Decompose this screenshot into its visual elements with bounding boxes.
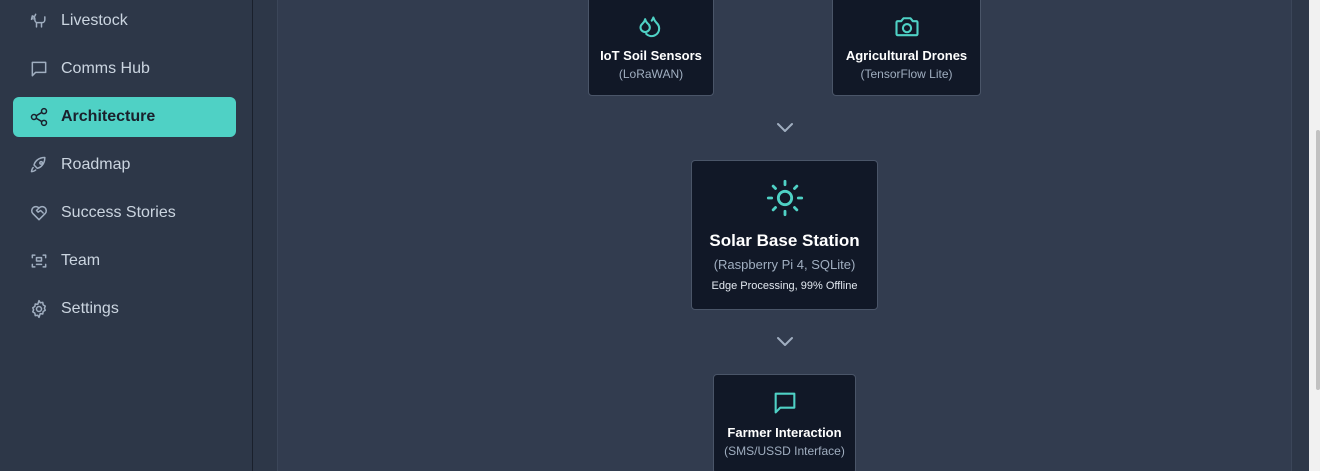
- chevron-down-icon: [773, 334, 797, 350]
- card-title: Agricultural Drones: [845, 48, 968, 63]
- gear-icon: [29, 299, 49, 319]
- sun-icon: [766, 179, 803, 217]
- sidebar-item-comms-hub[interactable]: Comms Hub: [13, 49, 236, 89]
- livestock-icon: [29, 11, 49, 31]
- card-title: Farmer Interaction: [727, 425, 842, 440]
- sidebar-item-label: Livestock: [61, 12, 128, 29]
- camera-icon: [894, 17, 919, 37]
- team-scan-icon: [29, 251, 49, 271]
- card-subtitle: (Raspberry Pi 4, SQLite): [713, 257, 856, 272]
- card-title: Solar Base Station: [709, 231, 860, 250]
- drones-card: Agricultural Drones (TensorFlow Lite): [832, 0, 981, 96]
- card-subtitle: (TensorFlow Lite): [860, 67, 953, 81]
- sidebar-item-label: Success Stories: [61, 204, 176, 221]
- droplets-icon: [639, 16, 661, 38]
- sidebar: Livestock Comms Hub Architecture Roadmap…: [0, 0, 253, 471]
- sidebar-item-settings[interactable]: Settings: [13, 289, 236, 329]
- sidebar-item-label: Team: [61, 252, 101, 269]
- card-subtitle: (LoRaWAN): [618, 67, 684, 81]
- sidebar-item-label: Comms Hub: [61, 60, 150, 77]
- card-subtitle: (SMS/USSD Interface): [724, 444, 845, 458]
- sidebar-item-label: Settings: [61, 300, 119, 317]
- farmer-interaction-card: Farmer Interaction (SMS/USSD Interface): [713, 374, 856, 471]
- heart-handshake-icon: [29, 203, 49, 223]
- iot-sensors-card: IoT Soil Sensors (LoRaWAN): [588, 0, 714, 96]
- sidebar-item-architecture[interactable]: Architecture: [13, 97, 236, 137]
- sidebar-item-label: Roadmap: [61, 156, 131, 173]
- chevron-down-icon: [773, 120, 797, 136]
- app-root: Livestock Comms Hub Architecture Roadmap…: [0, 0, 1320, 471]
- share-icon: [29, 107, 49, 127]
- scrollbar-thumb[interactable]: [1316, 130, 1320, 390]
- card-title: IoT Soil Sensors: [600, 48, 702, 63]
- rocket-icon: [29, 155, 49, 175]
- message-icon: [29, 59, 49, 79]
- sidebar-item-success-stories[interactable]: Success Stories: [13, 193, 236, 233]
- card-note: Edge Processing, 99% Offline: [711, 280, 858, 292]
- base-station-card: Solar Base Station (Raspberry Pi 4, SQLi…: [691, 160, 878, 310]
- sidebar-item-label: Architecture: [61, 108, 156, 125]
- sidebar-item-team[interactable]: Team: [13, 241, 236, 281]
- sidebar-item-roadmap[interactable]: Roadmap: [13, 145, 236, 185]
- sidebar-item-livestock[interactable]: Livestock: [13, 1, 236, 41]
- message-icon: [774, 392, 795, 414]
